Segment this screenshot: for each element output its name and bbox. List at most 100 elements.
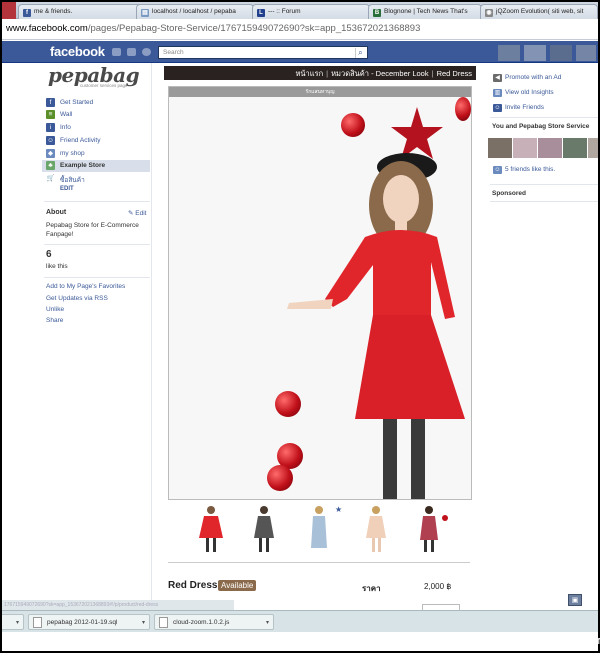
sidebar-item-label: Wall bbox=[60, 111, 73, 118]
sidebar-item-label: Friend Activity bbox=[60, 137, 101, 144]
tab-facebook[interactable]: f me & friends. bbox=[18, 4, 148, 19]
about-edit-label: Edit bbox=[135, 210, 147, 217]
sidebar-item-info[interactable]: i Info bbox=[42, 122, 150, 134]
downloads-bar: ▾ pepabag 2012-01-19.sql ▾ cloud-zoom.1.0… bbox=[2, 610, 598, 632]
friends-icon: ☺ bbox=[493, 166, 502, 174]
tab-label: me & friends. bbox=[34, 8, 73, 15]
divider bbox=[168, 562, 470, 563]
friend-avatar[interactable] bbox=[488, 138, 512, 158]
product-image[interactable]: รักแสนหาบุญ bbox=[168, 86, 472, 500]
store-breadcrumb: หน้าแรก | หมวดสินค้า - December Look | Red D… bbox=[164, 66, 476, 80]
tab-forum[interactable]: L --- :: Forum bbox=[252, 4, 370, 19]
sidebar-item-buy[interactable]: 🛒 ซื้อสินค้า bbox=[42, 173, 150, 185]
sponsored-heading: Sponsored bbox=[492, 190, 526, 197]
pencil-icon: ✎ bbox=[128, 210, 134, 217]
friend-avatar[interactable] bbox=[513, 138, 537, 158]
product-name: Red Dress bbox=[168, 580, 218, 591]
profile-picture[interactable] bbox=[498, 45, 520, 61]
insights-icon: ▥ bbox=[493, 89, 502, 97]
download-item[interactable]: ▾ bbox=[2, 614, 24, 630]
megaphone-icon: ◀ bbox=[493, 74, 502, 82]
friend-avatar[interactable] bbox=[563, 138, 587, 158]
notifications-icon[interactable] bbox=[142, 48, 151, 56]
promote-ad-link[interactable]: ◀ Promote with an Ad bbox=[492, 74, 562, 82]
account-link[interactable] bbox=[576, 45, 596, 61]
messages-icon[interactable] bbox=[127, 48, 136, 56]
sidebar-item-label: Info bbox=[60, 124, 71, 131]
breadcrumb-product[interactable]: Red Dress bbox=[437, 69, 472, 78]
ornament bbox=[267, 465, 293, 491]
price-value: 2,000 ฿ bbox=[424, 582, 452, 591]
window-badge bbox=[2, 2, 16, 19]
likes-label[interactable]: like this bbox=[46, 263, 68, 270]
account-menu[interactable] bbox=[524, 45, 546, 61]
sidebar-item-wall[interactable]: ≡ Wall bbox=[42, 109, 150, 121]
blognone-icon: B bbox=[373, 9, 381, 17]
forum-icon: L bbox=[257, 9, 265, 17]
insights-link[interactable]: ▥ View old Insights bbox=[492, 89, 554, 97]
breadcrumb-home[interactable]: หน้าแรก bbox=[295, 69, 323, 78]
friends-like-link[interactable]: ☺ 5 friends like this. bbox=[492, 166, 555, 174]
sidebar-item-my-shop[interactable]: ◆ my shop bbox=[42, 148, 150, 160]
thumbnail[interactable] bbox=[350, 502, 400, 554]
friend-avatar[interactable] bbox=[588, 138, 598, 158]
thumbnail[interactable] bbox=[240, 502, 290, 554]
globe-icon: ◉ bbox=[485, 9, 493, 17]
status-bar-url: 176715949072690?sk=app_153672021368893#!… bbox=[2, 600, 234, 610]
file-icon bbox=[33, 617, 42, 628]
invite-friends-link[interactable]: ☺ Invite Friends bbox=[492, 104, 544, 112]
left-sidebar: pepabag customer services page f Get Star… bbox=[42, 63, 152, 603]
unlike-link[interactable]: Unlike bbox=[46, 306, 64, 313]
link-label: View old Insights bbox=[505, 89, 554, 96]
divider bbox=[490, 184, 598, 185]
product-thumbnails: ★ bbox=[185, 502, 455, 554]
share-link[interactable]: Share bbox=[46, 317, 63, 324]
sidebar-item-label: my shop bbox=[60, 150, 85, 157]
friend-avatar[interactable] bbox=[538, 138, 562, 158]
search-icon[interactable]: ⌕ bbox=[355, 48, 365, 58]
thumbnail[interactable] bbox=[405, 502, 455, 554]
add-favorites-link[interactable]: Add to My Page's Favorites bbox=[46, 283, 125, 290]
tab-label: --- :: Forum bbox=[268, 8, 301, 15]
ornament bbox=[275, 391, 301, 417]
sidebar-item-example-store[interactable]: ♣ Example Store bbox=[42, 160, 150, 172]
tab-phpmyadmin[interactable]: ▤ localhost / localhost / pepaba bbox=[136, 4, 254, 19]
about-text: Pepabag Store for E-Commerce Fanpage! bbox=[46, 222, 139, 238]
page-logo-subtitle: customer services page bbox=[80, 83, 128, 88]
friends-icon: ☺ bbox=[46, 136, 55, 145]
divider bbox=[44, 201, 150, 202]
chevron-down-icon: ▾ bbox=[265, 620, 269, 626]
download-item[interactable]: pepabag 2012-01-19.sql ▾ bbox=[28, 614, 150, 630]
divider bbox=[490, 117, 598, 118]
edit-link[interactable]: EDIT bbox=[60, 186, 74, 192]
home-link[interactable] bbox=[550, 45, 572, 61]
facebook-logo[interactable]: facebook bbox=[50, 44, 105, 59]
price-label: ราคา bbox=[362, 584, 381, 593]
sidebar-item-friend-activity[interactable]: ☺ Friend Activity bbox=[42, 135, 150, 147]
address-bar[interactable]: www.facebook.com/pages/Pepabag-Store-Ser… bbox=[2, 20, 598, 40]
address-host: www.facebook.com bbox=[6, 23, 88, 34]
friend-requests-icon[interactable] bbox=[112, 48, 121, 56]
tab-jqzoom[interactable]: ◉ jQZoom Evolution( siti web, sit bbox=[480, 4, 598, 19]
divider bbox=[44, 277, 150, 278]
search-input[interactable]: Search ⌕ bbox=[158, 46, 368, 59]
store-icon: ♣ bbox=[46, 161, 55, 170]
thumbnail[interactable] bbox=[185, 502, 235, 554]
link-label: Promote with an Ad bbox=[505, 74, 562, 81]
chat-icon[interactable]: ▣ bbox=[568, 594, 582, 606]
facebook-icon: f bbox=[23, 9, 31, 17]
about-edit-link[interactable]: ✎ Edit bbox=[128, 209, 146, 217]
thumbnail[interactable]: ★ bbox=[295, 502, 345, 554]
tab-blognone[interactable]: B Blognone | Tech News That's bbox=[368, 4, 482, 19]
wall-icon: ≡ bbox=[46, 110, 55, 119]
breadcrumb-category[interactable]: หมวดสินค้า - December Look bbox=[331, 69, 429, 78]
sidebar-item-label: Get Started bbox=[60, 99, 94, 106]
invite-friends-icon: ☺ bbox=[493, 104, 502, 112]
tab-label: localhost / localhost / pepaba bbox=[152, 8, 236, 15]
sidebar-item-get-started[interactable]: f Get Started bbox=[42, 97, 150, 109]
rss-link[interactable]: Get Updates via RSS bbox=[46, 295, 108, 302]
chevron-down-icon: ▾ bbox=[15, 620, 19, 626]
browser-window: f me & friends. ▤ localhost / localhost / … bbox=[2, 2, 598, 651]
download-item[interactable]: cloud-zoom.1.0.2.js ▾ bbox=[154, 614, 274, 630]
search-placeholder: Search bbox=[163, 49, 184, 56]
